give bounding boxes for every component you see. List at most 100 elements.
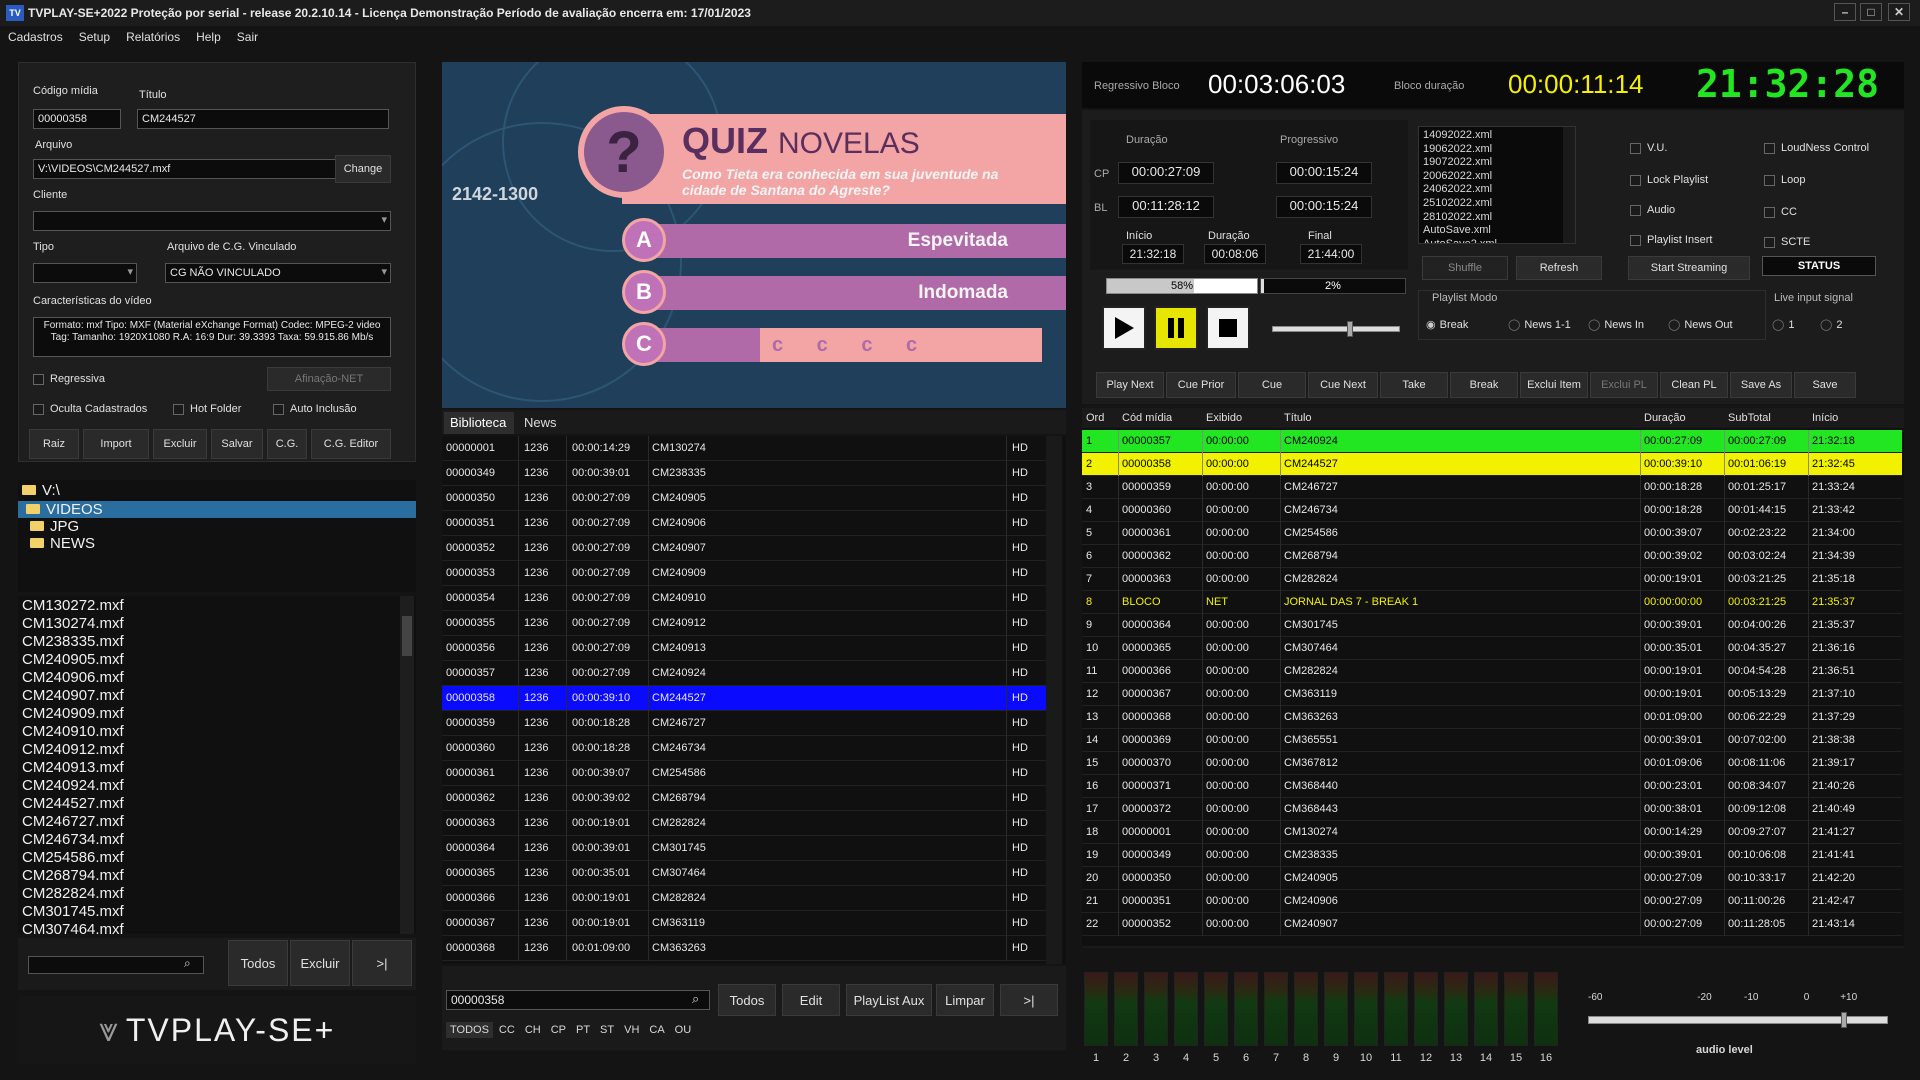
file-item[interactable]: CM244527.mxf	[22, 795, 412, 813]
file-item[interactable]: CM307464.mxf	[22, 921, 412, 934]
filter-cc[interactable]: CC	[495, 1022, 519, 1038]
hotfolder-check[interactable]: Hot Folder	[173, 403, 241, 415]
cc-check[interactable]: CC	[1764, 206, 1797, 218]
modo-news11[interactable]: ◯ News 1-1	[1508, 318, 1571, 332]
tree-item-videos[interactable]: VIDEOS	[18, 501, 416, 518]
arquivo-field[interactable]: V:\VIDEOS\CM244527.mxf	[33, 159, 343, 179]
playlist-row[interactable]: 20 00000350 00:00:00 CM240905 00:00:27:09 00:…	[1082, 867, 1902, 890]
playlist-file-item[interactable]: 24062022.xml	[1423, 183, 1571, 197]
pl-button-exclui-item[interactable]: Exclui Item	[1520, 372, 1588, 398]
audio-level-slider[interactable]	[1588, 1012, 1888, 1028]
lib-limpar-button[interactable]: Limpar	[936, 984, 994, 1016]
regressiva-check[interactable]: Regressiva	[33, 373, 105, 385]
playlist-header-cell[interactable]: SubTotal	[1728, 412, 1771, 424]
lock-check[interactable]: Lock Playlist	[1630, 174, 1708, 186]
playlist-row[interactable]: 1 00000357 00:00:00 CM240924 00:00:27:09 00:0…	[1082, 430, 1902, 453]
shuffle-button[interactable]: Shuffle	[1422, 256, 1508, 280]
filter-ch[interactable]: CH	[521, 1022, 545, 1038]
pl-button-clean-pl[interactable]: Clean PL	[1660, 372, 1728, 398]
modo-break[interactable]: ◉ Break	[1426, 318, 1468, 332]
playlist-file-item[interactable]: 14092022.xml	[1423, 129, 1571, 143]
pl-button-save-as[interactable]: Save As	[1730, 372, 1792, 398]
library-row[interactable]: 00000363 1236 00:00:19:01 CM282824 HD	[442, 811, 1046, 836]
cliente-select[interactable]: ▾	[33, 211, 391, 231]
playlist-row[interactable]: 2 00000358 00:00:00 CM244527 00:00:39:10 00:0…	[1082, 453, 1902, 476]
file-list-scrollbar[interactable]	[400, 596, 414, 934]
library-row[interactable]: 00000368 1236 00:01:09:00 CM363263 HD	[442, 936, 1046, 961]
library-row[interactable]: 00000358 1236 00:00:39:10 CM244527 HD	[442, 686, 1046, 711]
salvar-button[interactable]: Salvar	[211, 429, 263, 459]
playlist-header-cell[interactable]: Cód mídia	[1122, 412, 1172, 424]
tree-item-jpg[interactable]: JPG	[18, 518, 416, 535]
menu-cadastros[interactable]: Cadastros	[8, 30, 63, 44]
menu-sair[interactable]: Sair	[237, 30, 258, 44]
search-icon[interactable]: ⌕	[692, 991, 699, 1007]
cg-button[interactable]: C.G.	[267, 429, 307, 459]
file-item[interactable]: CM254586.mxf	[22, 849, 412, 867]
lib-playlist-aux-button[interactable]: PlayList Aux	[846, 984, 932, 1016]
filter-ca[interactable]: CA	[645, 1022, 668, 1038]
library-row[interactable]: 00000353 1236 00:00:27:09 CM240909 HD	[442, 561, 1046, 586]
library-row[interactable]: 00000349 1236 00:00:39:01 CM238335 HD	[442, 461, 1046, 486]
pl-button-save[interactable]: Save	[1794, 372, 1856, 398]
playlist-row[interactable]: 5 00000361 00:00:00 CM254586 00:00:39:07 00:0…	[1082, 522, 1902, 545]
pl-button-cue[interactable]: Cue	[1238, 372, 1306, 398]
modo-newsin[interactable]: ◯ News In	[1588, 318, 1644, 332]
file-search-input[interactable]	[28, 956, 204, 974]
volume-slider[interactable]	[1272, 321, 1400, 337]
playlist-file-item[interactable]: 20062022.xml	[1423, 170, 1571, 184]
import-button[interactable]: Import	[83, 429, 149, 459]
playlist-row[interactable]: 10 00000365 00:00:00 CM307464 00:00:35:01 00:…	[1082, 637, 1902, 660]
library-row[interactable]: 00000357 1236 00:00:27:09 CM240924 HD	[442, 661, 1046, 686]
file-item[interactable]: CM240924.mxf	[22, 777, 412, 795]
file-item[interactable]: CM240907.mxf	[22, 687, 412, 705]
file-item[interactable]: CM240905.mxf	[22, 651, 412, 669]
insert-check[interactable]: Playlist Insert	[1630, 234, 1712, 246]
playlist-files-scrollbar[interactable]	[1563, 127, 1575, 243]
scte-check[interactable]: SCTE	[1764, 236, 1810, 248]
start-streaming-button[interactable]: Start Streaming	[1628, 256, 1750, 280]
pl-button-cue-prior[interactable]: Cue Prior	[1166, 372, 1236, 398]
playlist-row[interactable]: 21 00000351 00:00:00 CM240906 00:00:27:09 00:…	[1082, 890, 1902, 913]
menu-relatorios[interactable]: Relatórios	[126, 30, 180, 44]
playlist-row[interactable]: 9 00000364 00:00:00 CM301745 00:00:39:01 00:0…	[1082, 614, 1902, 637]
playlist-row[interactable]: 11 00000366 00:00:00 CM282824 00:00:19:01 00:…	[1082, 660, 1902, 683]
raiz-button[interactable]: Raiz	[29, 429, 79, 459]
playlist-row[interactable]: 17 00000372 00:00:00 CM368443 00:00:38:01 00:…	[1082, 798, 1902, 821]
tree-root[interactable]: V:\	[18, 480, 416, 501]
live-input-1[interactable]: ◯ 1	[1772, 318, 1794, 332]
library-row[interactable]: 00000367 1236 00:00:19:01 CM363119 HD	[442, 911, 1046, 936]
playlist-row[interactable]: 3 00000359 00:00:00 CM246727 00:00:18:28 00:0…	[1082, 476, 1902, 499]
loop-check[interactable]: Loop	[1764, 174, 1805, 186]
file-item[interactable]: CM246727.mxf	[22, 813, 412, 831]
search-icon[interactable]: ⌕	[184, 956, 191, 971]
excluir-button[interactable]: Excluir	[153, 429, 207, 459]
playlist-header-cell[interactable]: Título	[1284, 412, 1312, 424]
tab-biblioteca[interactable]: Biblioteca	[444, 412, 514, 434]
play-button[interactable]	[1102, 306, 1146, 350]
file-item[interactable]: CM240906.mxf	[22, 669, 412, 687]
library-scrollbar[interactable]	[1046, 436, 1062, 964]
pause-button[interactable]	[1154, 306, 1198, 350]
playlist-file-item[interactable]: AutoSave.xml	[1423, 224, 1571, 238]
tree-item-news[interactable]: NEWS	[18, 535, 416, 552]
library-row[interactable]: 00000361 1236 00:00:39:07 CM254586 HD	[442, 761, 1046, 786]
codigo-field[interactable]: 00000358	[33, 109, 121, 129]
playlist-header-cell[interactable]: Exibido	[1206, 412, 1242, 424]
pl-button-break[interactable]: Break	[1450, 372, 1518, 398]
playlist-header-cell[interactable]: Duração	[1644, 412, 1686, 424]
audio-check[interactable]: Audio	[1630, 204, 1675, 216]
playlist-row[interactable]: 16 00000371 00:00:00 CM368440 00:00:23:01 00:…	[1082, 775, 1902, 798]
oculta-check[interactable]: Oculta Cadastrados	[33, 403, 147, 415]
afinacao-button[interactable]: Afinação-NET	[267, 367, 391, 391]
playlist-file-item[interactable]: 28102022.xml	[1423, 211, 1571, 225]
playlist-row[interactable]: 19 00000349 00:00:00 CM238335 00:00:39:01 00:…	[1082, 844, 1902, 867]
maximize-button[interactable]: □	[1860, 3, 1882, 21]
playlist-row[interactable]: 22 00000352 00:00:00 CM240907 00:00:27:09 00:…	[1082, 913, 1902, 936]
change-button[interactable]: Change	[335, 155, 391, 183]
library-search-input[interactable]: 00000358	[446, 990, 710, 1010]
playlist-header-cell[interactable]: Ord	[1086, 412, 1104, 424]
filter-todos[interactable]: TODOS	[446, 1022, 493, 1038]
library-row[interactable]: 00000356 1236 00:00:27:09 CM240913 HD	[442, 636, 1046, 661]
stop-button[interactable]	[1206, 306, 1250, 350]
